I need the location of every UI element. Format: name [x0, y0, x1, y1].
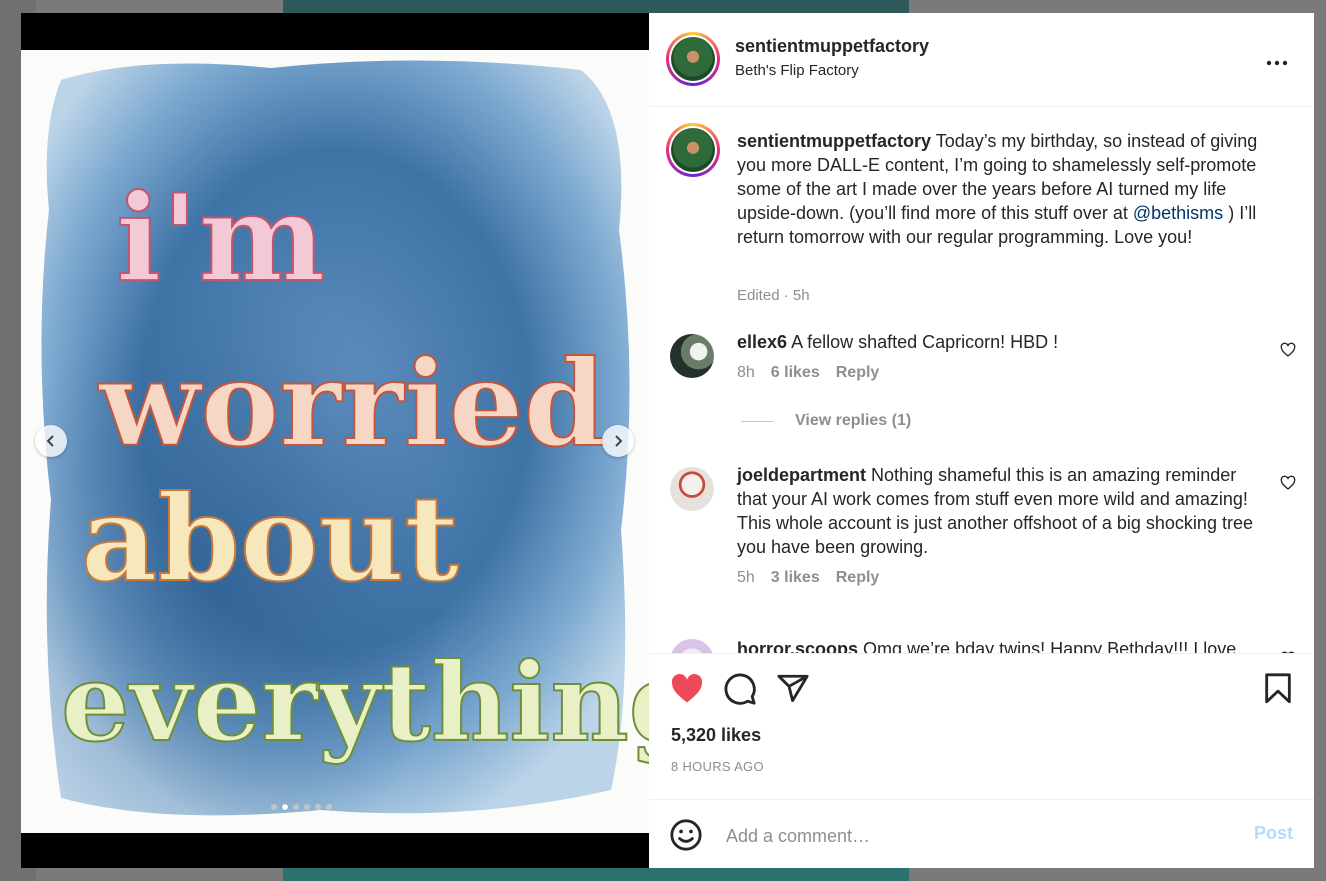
- comment-meta: 5h 3 likes Reply: [737, 569, 879, 587]
- post-timestamp[interactable]: 8 HOURS AGO: [671, 759, 764, 774]
- heart-outline-icon[interactable]: [1280, 475, 1296, 491]
- author-subtitle[interactable]: Beth's Flip Factory: [735, 62, 859, 79]
- svg-text:i'm: i'm: [116, 168, 325, 309]
- more-horizontal-icon: [1266, 60, 1288, 66]
- post-media: i'm worried about everything: [21, 13, 649, 868]
- view-replies-button[interactable]: View replies (1): [741, 412, 911, 430]
- caption-mention-link[interactable]: @bethisms: [1133, 203, 1223, 223]
- replies-divider: [741, 420, 773, 422]
- post-details: sentientmuppetfactory Beth's Flip Factor…: [649, 13, 1314, 868]
- author-avatar[interactable]: [666, 32, 720, 86]
- likes-count[interactable]: 5,320 likes: [671, 725, 761, 746]
- comment-text: joeldepartment Nothing shameful this is …: [737, 463, 1262, 559]
- comment-likes[interactable]: 6 likes: [771, 364, 820, 382]
- comment-text: ellex6 A fellow shafted Capricorn! HBD !: [737, 330, 1262, 354]
- more-options-button[interactable]: [1266, 48, 1288, 70]
- carousel-dot: [304, 804, 310, 810]
- comment-text: horror.scoops Omg we’re bday twins! Happ…: [737, 637, 1262, 653]
- commenter-avatar[interactable]: [670, 467, 714, 511]
- carousel-dot: [315, 804, 321, 810]
- svg-text:everything: everything: [61, 640, 649, 766]
- post-actions: 5,320 likes 8 HOURS AGO: [649, 653, 1314, 800]
- carousel-dot: [282, 804, 288, 810]
- comment-input[interactable]: [724, 822, 1228, 850]
- comments-section[interactable]: sentientmuppetfactory Today’s my birthda…: [649, 107, 1314, 653]
- carousel-dot: [271, 804, 277, 810]
- caption-text: sentientmuppetfactory Today’s my birthda…: [737, 129, 1262, 249]
- bookmark-icon[interactable]: [1261, 672, 1295, 706]
- chevron-right-icon: [615, 435, 623, 447]
- caption-meta: Edited · 5h: [737, 287, 810, 304]
- svg-text:worried: worried: [97, 334, 606, 473]
- reply-button[interactable]: Reply: [836, 569, 880, 587]
- carousel-dot: [326, 804, 332, 810]
- comment-time: 8h: [737, 364, 755, 381]
- view-replies-label: View replies (1): [795, 412, 912, 429]
- comment-time: 5h: [737, 569, 755, 586]
- comment-meta: 8h 6 likes Reply: [737, 364, 879, 382]
- chevron-left-icon: [46, 435, 54, 447]
- comment-likes[interactable]: 3 likes: [771, 569, 820, 587]
- post-image: i'm worried about everything: [21, 50, 649, 833]
- avatar-image: [671, 37, 715, 81]
- svg-text:about: about: [81, 469, 459, 608]
- commenter-avatar[interactable]: [670, 639, 714, 653]
- heart-filled-icon[interactable]: [670, 672, 704, 706]
- commenter-avatar[interactable]: [670, 334, 714, 378]
- watercolor-artwork: i'm worried about everything: [41, 60, 649, 816]
- carousel-indicator: [271, 804, 332, 810]
- avatar-image: [671, 128, 715, 172]
- caption-avatar[interactable]: [666, 123, 720, 177]
- post-header: sentientmuppetfactory Beth's Flip Factor…: [649, 13, 1314, 107]
- comment-body: Omg we’re bday twins! Happy Bethday!!! I…: [863, 639, 1237, 653]
- commenter-username[interactable]: ellex6: [737, 332, 787, 352]
- commenter-username[interactable]: horror.scoops: [737, 639, 858, 653]
- commenter-username[interactable]: joeldepartment: [737, 465, 866, 485]
- post-modal: i'm worried about everything sentientmup…: [21, 13, 1314, 868]
- comment-icon[interactable]: [723, 672, 757, 706]
- share-icon[interactable]: [776, 672, 810, 706]
- post-comment-button[interactable]: Post: [1254, 823, 1293, 844]
- caption-username[interactable]: sentientmuppetfactory: [737, 131, 931, 151]
- comment-body: A fellow shafted Capricorn! HBD !: [791, 332, 1059, 352]
- add-comment-bar: Post: [649, 799, 1314, 869]
- carousel-dot: [293, 804, 299, 810]
- author-username[interactable]: sentientmuppetfactory: [735, 36, 929, 57]
- emoji-icon[interactable]: [669, 818, 703, 852]
- heart-outline-icon[interactable]: [1280, 342, 1296, 358]
- reply-button[interactable]: Reply: [836, 364, 880, 382]
- previous-image-button[interactable]: [35, 425, 67, 457]
- next-image-button[interactable]: [602, 425, 634, 457]
